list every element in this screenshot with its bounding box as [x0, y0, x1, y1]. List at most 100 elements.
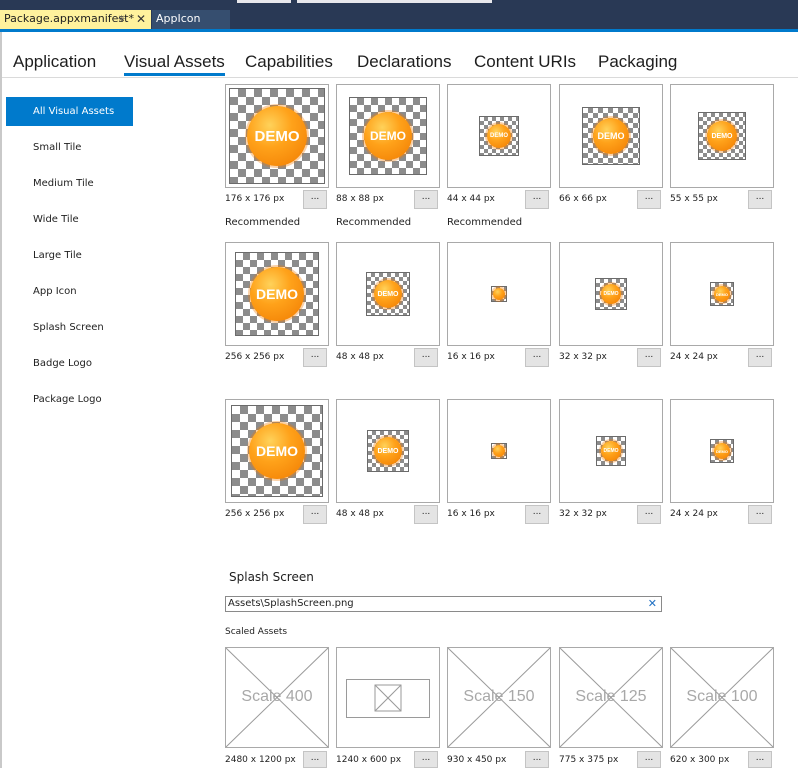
transparency-checkerboard: DEMO	[229, 88, 325, 184]
recommended-label: Recommended	[225, 217, 301, 228]
tab-declarations[interactable]: Declarations	[357, 52, 452, 72]
asset-tile[interactable]: DEMO	[670, 399, 774, 503]
browse-button[interactable]: ...	[525, 751, 549, 768]
asset-tile[interactable]: DEMO	[225, 399, 329, 503]
scaled-assets-label: Scaled Assets	[225, 627, 288, 637]
scale-label: Scale 400	[241, 688, 313, 705]
asset-size-label: 620 x 300 px	[670, 755, 730, 765]
asset-tile[interactable]	[447, 242, 551, 346]
asset-size-label: 48 x 48 px	[336, 509, 384, 519]
demo-badge-icon: DEMO	[487, 124, 511, 148]
tab-separator	[2, 77, 798, 78]
asset-size-label: 16 x 16 px	[447, 352, 495, 362]
demo-badge-icon: DEMO	[593, 118, 629, 154]
transparency-checkerboard: DEMO	[595, 278, 627, 310]
asset-size-label: 66 x 66 px	[559, 194, 607, 204]
tab-visual-assets[interactable]: Visual Assets	[124, 52, 225, 76]
asset-tile[interactable]: DEMO	[559, 399, 663, 503]
scaled-asset-tile[interactable]: Scale 400	[225, 647, 329, 748]
asset-tile[interactable]	[447, 399, 551, 503]
transparency-checkerboard: DEMO	[231, 405, 323, 497]
browse-button[interactable]: ...	[637, 751, 661, 768]
tab-packaging[interactable]: Packaging	[598, 52, 677, 72]
transparency-checkerboard: DEMO	[582, 107, 640, 165]
sidebar-item-app-icon[interactable]: App Icon	[6, 277, 133, 306]
scaled-asset-tile[interactable]: Scale 125	[559, 647, 663, 748]
tab-accent-bar	[0, 29, 798, 32]
asset-tile[interactable]: DEMO	[336, 242, 440, 346]
browse-button[interactable]: ...	[525, 348, 549, 367]
browse-button[interactable]: ...	[414, 751, 438, 768]
tab-content-uris[interactable]: Content URIs	[474, 52, 576, 72]
tab-package-appxmanifest[interactable]: Package.appxmanifest* ⎈ ✕	[0, 10, 151, 29]
tab-application[interactable]: Application	[13, 52, 96, 72]
pin-icon[interactable]: ⎈	[118, 10, 125, 28]
asset-tile[interactable]: DEMO	[447, 84, 551, 188]
asset-size-label: 2480 x 1200 px	[225, 755, 296, 765]
asset-size-label: 24 x 24 px	[670, 509, 718, 519]
browse-button[interactable]: ...	[748, 751, 772, 768]
browse-button[interactable]: ...	[414, 348, 438, 367]
sidebar-item-wide-tile[interactable]: Wide Tile	[6, 205, 133, 234]
browse-button[interactable]: ...	[637, 190, 661, 209]
scaled-asset-tile[interactable]	[336, 647, 440, 748]
sidebar-item-large-tile[interactable]: Large Tile	[6, 241, 133, 270]
asset-size-label: 16 x 16 px	[447, 509, 495, 519]
browse-button[interactable]: ...	[748, 190, 772, 209]
browse-button[interactable]: ...	[303, 190, 327, 209]
sidebar-item-badge-logo[interactable]: Badge Logo	[6, 349, 133, 378]
asset-tile[interactable]: DEMO	[670, 84, 774, 188]
sidebar-item-small-tile[interactable]: Small Tile	[6, 133, 133, 162]
transparency-checkerboard: DEMO	[710, 439, 734, 463]
browse-button[interactable]: ...	[525, 190, 549, 209]
transparency-checkerboard: DEMO	[698, 112, 746, 160]
recommended-label: Recommended	[447, 217, 523, 228]
tab-appicon[interactable]: AppIcon	[152, 10, 230, 29]
transparency-checkerboard	[491, 286, 507, 302]
demo-badge-icon: DEMO	[707, 121, 737, 151]
scaled-asset-tile[interactable]: Scale 150	[447, 647, 551, 748]
browse-button[interactable]: ...	[303, 348, 327, 367]
placeholder-frame	[346, 679, 430, 718]
sidebar-item-splash-screen[interactable]: Splash Screen	[6, 313, 133, 342]
demo-badge-icon	[493, 445, 505, 457]
browse-button[interactable]: ...	[748, 505, 772, 524]
tab-label: Package.appxmanifest*	[4, 12, 134, 25]
scaled-asset-tile[interactable]: Scale 100	[670, 647, 774, 748]
splash-path-input[interactable]: Assets\SplashScreen.png ✕	[225, 596, 662, 612]
scale-label: Scale 100	[686, 688, 758, 705]
browse-button[interactable]: ...	[637, 505, 661, 524]
asset-size-label: 32 x 32 px	[559, 352, 607, 362]
asset-tile[interactable]: DEMO	[670, 242, 774, 346]
asset-tile[interactable]: DEMO	[336, 84, 440, 188]
splash-screen-heading: Splash Screen	[229, 570, 314, 584]
browse-button[interactable]: ...	[748, 348, 772, 367]
asset-size-label: 930 x 450 px	[447, 755, 507, 765]
asset-size-label: 1240 x 600 px	[336, 755, 402, 765]
transparency-checkerboard: DEMO	[367, 430, 409, 472]
browse-button[interactable]: ...	[414, 505, 438, 524]
tab-capabilities[interactable]: Capabilities	[245, 52, 333, 72]
asset-tile[interactable]: DEMO	[559, 242, 663, 346]
clear-icon[interactable]: ✕	[648, 597, 657, 611]
browse-button[interactable]: ...	[303, 751, 327, 768]
sidebar-item-package-logo[interactable]: Package Logo	[6, 385, 133, 414]
asset-size-label: 176 x 176 px	[225, 194, 285, 204]
sidebar-item-all-visual-assets[interactable]: All Visual Assets	[6, 97, 133, 126]
asset-size-label: 88 x 88 px	[336, 194, 384, 204]
sidebar-item-medium-tile[interactable]: Medium Tile	[6, 169, 133, 198]
transparency-checkerboard: DEMO	[710, 282, 734, 306]
browse-button[interactable]: ...	[414, 190, 438, 209]
close-icon[interactable]: ✕	[136, 10, 146, 28]
asset-tile[interactable]: DEMO	[559, 84, 663, 188]
transparency-checkerboard: DEMO	[366, 272, 410, 316]
browse-button[interactable]: ...	[525, 505, 549, 524]
asset-tile[interactable]: DEMO	[225, 84, 329, 188]
asset-size-label: 32 x 32 px	[559, 509, 607, 519]
demo-badge-icon: DEMO	[601, 441, 621, 461]
browse-button[interactable]: ...	[303, 505, 327, 524]
asset-tile[interactable]: DEMO	[225, 242, 329, 346]
asset-tile[interactable]: DEMO	[336, 399, 440, 503]
window-edge	[0, 32, 2, 768]
browse-button[interactable]: ...	[637, 348, 661, 367]
